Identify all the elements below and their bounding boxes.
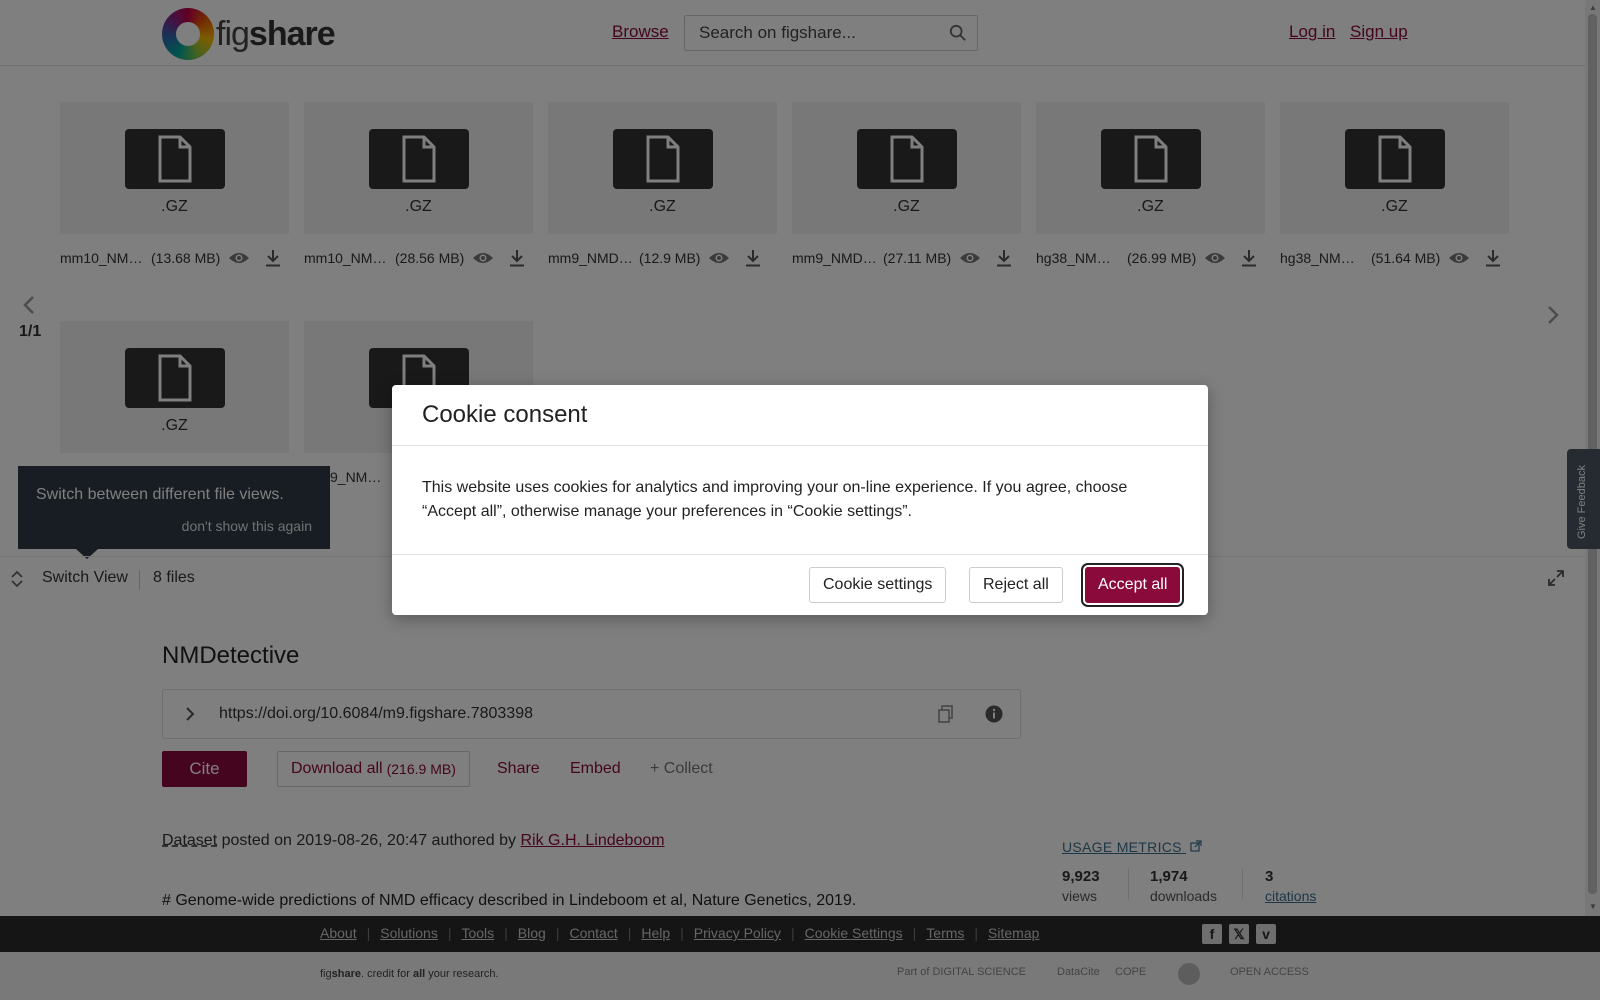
- reject-all-button[interactable]: Reject all: [969, 567, 1063, 603]
- accept-all-button[interactable]: Accept all: [1085, 567, 1181, 603]
- cookie-settings-button[interactable]: Cookie settings: [809, 567, 947, 603]
- dialog-divider: [392, 445, 1208, 446]
- dialog-divider: [392, 554, 1208, 555]
- cookie-consent-dialog: Cookie consent This website uses cookies…: [392, 385, 1208, 615]
- dialog-title: Cookie consent: [422, 401, 588, 428]
- dialog-message: This website uses cookies for analytics …: [422, 479, 1128, 520]
